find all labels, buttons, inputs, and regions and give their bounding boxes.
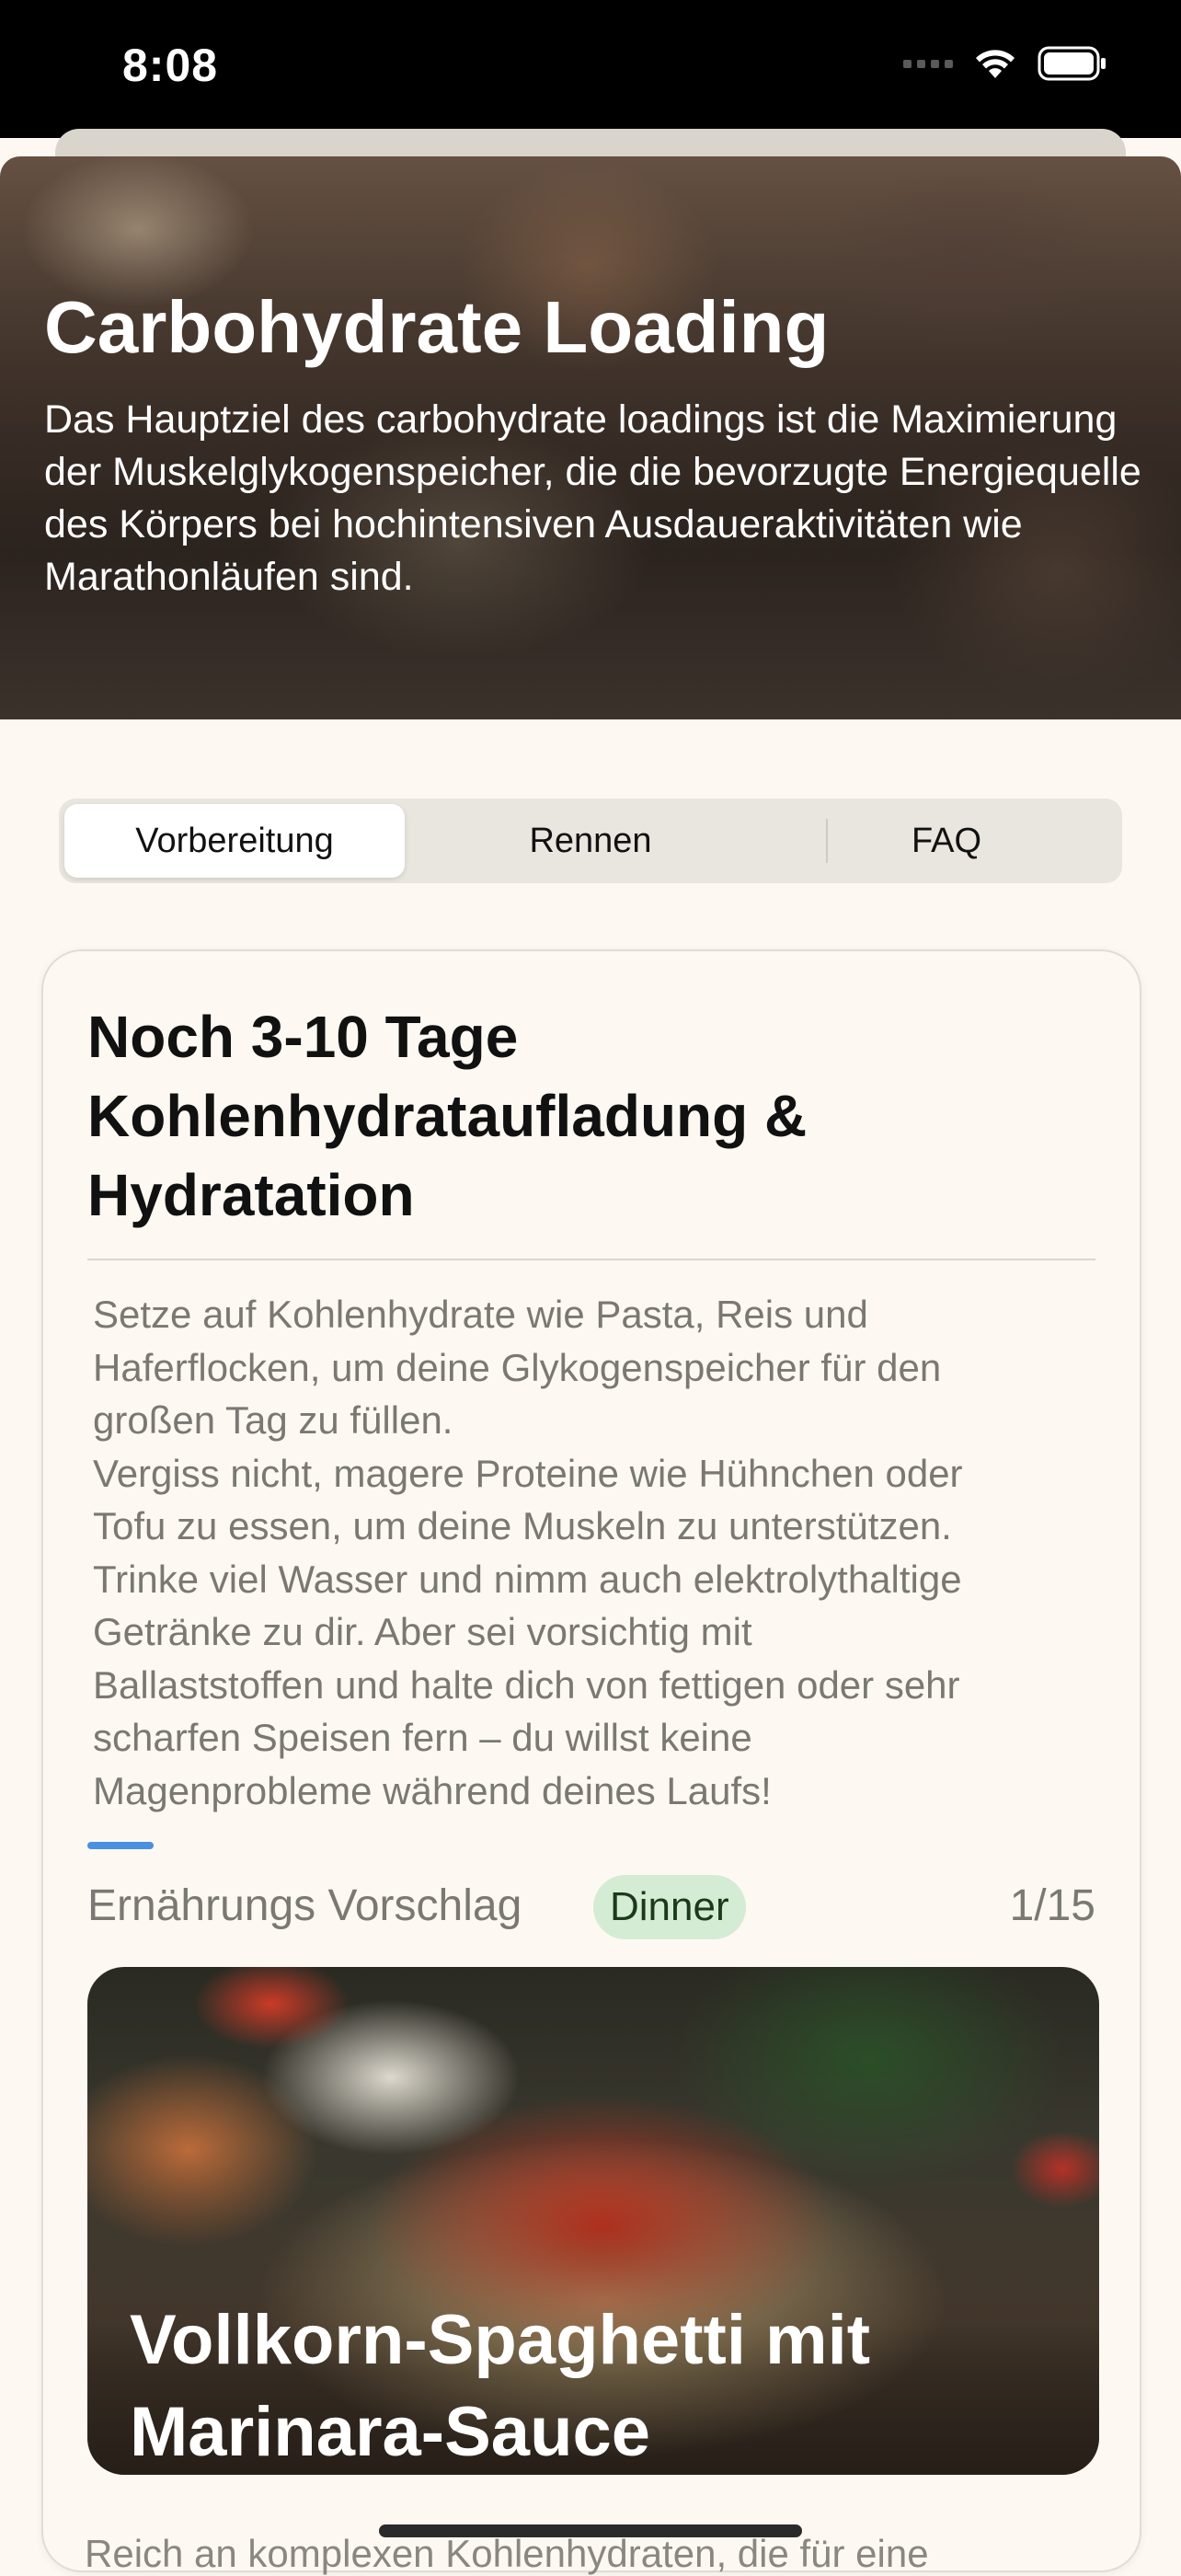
tab-faq[interactable]: FAQ <box>776 804 1117 878</box>
battery-icon <box>1038 46 1107 81</box>
body-line: Setze auf Kohlenhydrate wie Pasta, Reis … <box>93 1293 868 1336</box>
page-counter: 1/15 <box>1009 1881 1095 1930</box>
wifi-icon <box>973 47 1017 80</box>
hero-banner: Carbohydrate Loading Das Hauptziel des c… <box>0 156 1181 719</box>
suggestion-label: Ernährungs Vorschlag <box>87 1881 522 1930</box>
body-line: Haferflocken, um deine Glykogenspeicher … <box>93 1345 942 1389</box>
hero-description: Das Hauptziel des carbohydrate loadings … <box>44 397 1141 599</box>
body-line: Ballaststoffen und halte dich von fettig… <box>93 1662 960 1707</box>
segmented-control: Vorbereitung Rennen FAQ <box>59 799 1122 883</box>
recipe-title: Vollkorn-Spaghetti mit Marinara-Sauce <box>130 2301 871 2471</box>
status-time: 8:08 <box>122 40 219 91</box>
card-title: Noch 3-10 Tage Kohlenhydrataufladung & H… <box>87 1004 808 1228</box>
body-line: scharfen Speisen fern – du willst keine <box>93 1716 752 1759</box>
body-line: Tofu zu essen, um deine Muskeln zu unter… <box>93 1504 952 1547</box>
body-line: Vergiss nicht, magere Proteine wie Hühnc… <box>93 1451 963 1495</box>
meal-type-badge: Dinner <box>593 1875 746 1939</box>
info-card: Noch 3-10 Tage Kohlenhydrataufladung & H… <box>41 949 1141 2572</box>
card-divider <box>87 1259 1095 1260</box>
recipe-description-partial: Reich an komplexen Kohlenhydraten, die f… <box>85 2532 929 2575</box>
carousel-progress-indicator <box>87 1842 154 1849</box>
page-title: Carbohydrate Loading <box>44 286 830 368</box>
recipe-card[interactable]: Vollkorn-Spaghetti mit Marinara-Sauce <box>87 1967 1099 2475</box>
body-line: Magenprobleme während deines Laufs! <box>93 1768 772 1812</box>
tab-rennen[interactable]: Rennen <box>420 804 761 878</box>
home-indicator[interactable] <box>379 2524 802 2537</box>
card-body-text: Setze auf Kohlenhydrate wie Pasta, Reis … <box>93 1288 1105 1817</box>
body-line: Getränke zu dir. Aber sei vorsichtig mit <box>93 1610 752 1653</box>
status-icons <box>903 46 1107 81</box>
status-bar: 8:08 <box>0 0 1181 138</box>
tab-vorbereitung[interactable]: Vorbereitung <box>64 804 405 878</box>
body-line: Trinke viel Wasser und nimm auch elektro… <box>93 1557 962 1601</box>
body-line: großen Tag zu füllen. <box>93 1398 453 1442</box>
cellular-signal-icon <box>903 59 953 68</box>
